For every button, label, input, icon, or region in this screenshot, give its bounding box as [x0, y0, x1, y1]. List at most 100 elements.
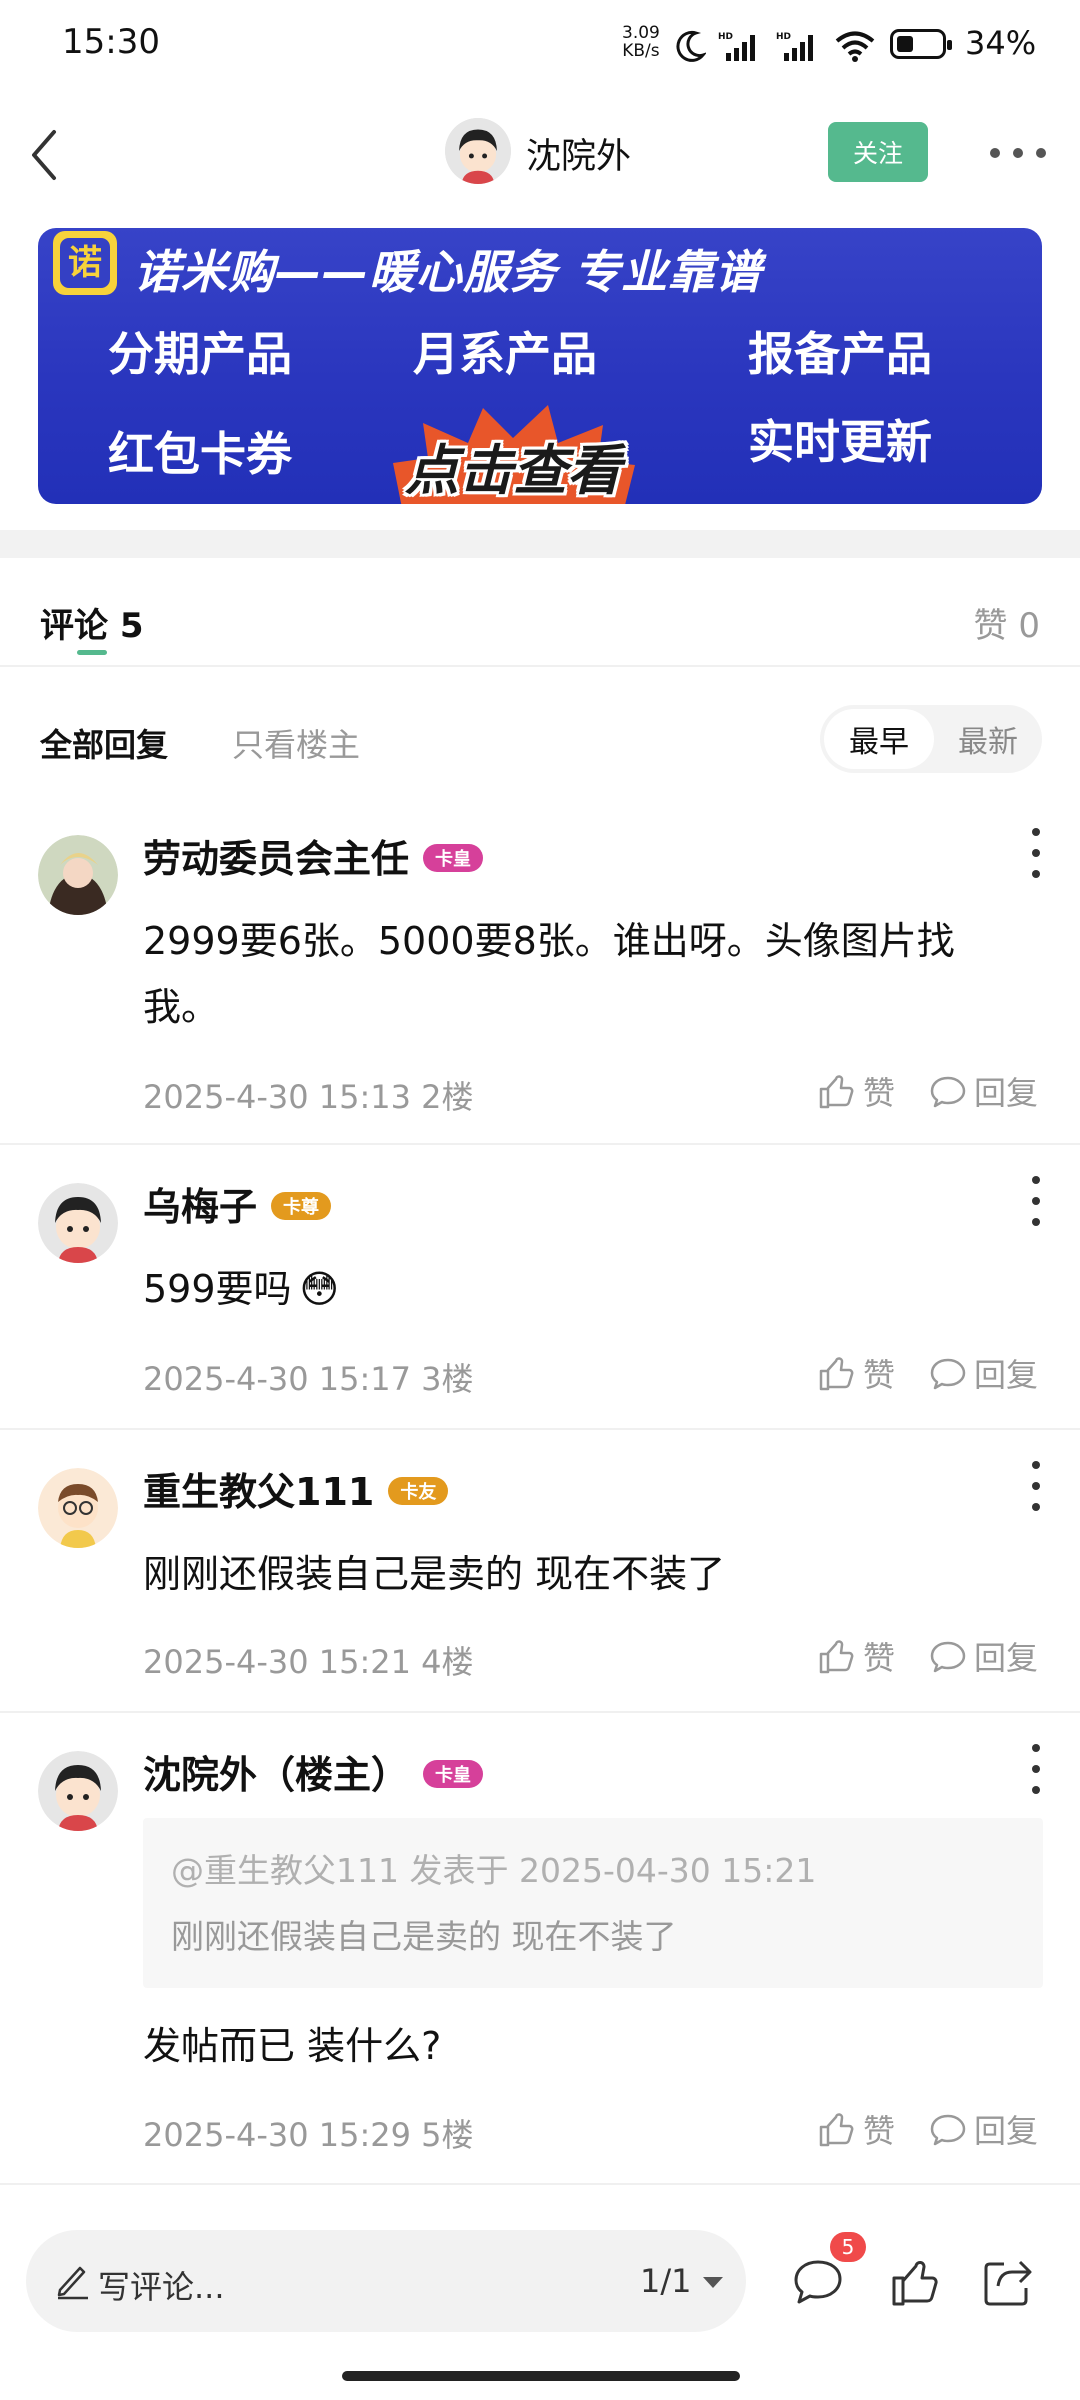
dropdown-triangle-icon — [702, 2277, 723, 2288]
filter-op-only[interactable]: 只看楼主 — [232, 720, 360, 766]
thumbs-up-icon — [819, 2113, 854, 2147]
reply-label: 回复 — [974, 1356, 1039, 1394]
divider — [0, 2183, 1080, 2185]
speech-bubble-icon — [930, 2114, 966, 2146]
divider — [0, 1428, 1080, 1430]
author-name[interactable]: 沈院外 — [526, 128, 631, 179]
like-label: 赞 — [863, 1074, 896, 1112]
flushed-face-icon: 😳 — [299, 1267, 340, 1311]
sort-earliest[interactable]: 最早 — [824, 709, 934, 769]
comment-meta: 2025-4-30 15:21 4楼 — [143, 1637, 474, 1683]
wifi-icon — [835, 31, 875, 62]
comment-text: 刚刚还假装自己是卖的 现在不装了 — [143, 1552, 726, 1596]
author-avatar[interactable] — [445, 118, 511, 184]
thumbs-up-icon[interactable] — [888, 2254, 944, 2310]
reply-label: 回复 — [974, 1639, 1039, 1677]
comment-date: 2025-4-30 15:17 — [143, 1360, 411, 1398]
signal-icon: HD — [776, 32, 813, 61]
commenter-name[interactable]: 劳动委员会主任 卡皇 — [143, 828, 484, 883]
comment-floor: 3楼 — [421, 1360, 474, 1398]
user-level-badge: 卡友 — [388, 1476, 449, 1505]
more-options-icon[interactable] — [990, 138, 1046, 168]
commenter-avatar[interactable] — [38, 1468, 118, 1548]
svg-text:HD: HD — [718, 32, 733, 42]
comment-floor: 5楼 — [421, 2116, 474, 2154]
comment-text: 599要吗 😳 — [143, 1267, 340, 1311]
commenter-name[interactable]: 乌梅子 卡尊 — [143, 1176, 332, 1231]
share-icon[interactable] — [980, 2254, 1036, 2310]
divider — [0, 1711, 1080, 1713]
like-label: 赞 — [863, 2112, 896, 2150]
signal-icon: HD — [718, 32, 755, 61]
follow-button[interactable]: 关注 — [828, 122, 928, 182]
divider — [0, 665, 1080, 667]
thumbs-up-icon — [819, 1640, 854, 1674]
battery-level: 34% — [965, 24, 1037, 62]
commenter-avatar[interactable] — [38, 1183, 118, 1263]
comments-icon[interactable] — [790, 2254, 846, 2310]
commenter-name[interactable]: 重生教父111 卡友 — [143, 1461, 449, 1516]
comment-count-badge: 5 — [830, 2232, 866, 2262]
comment-meta: 2025-4-30 15:29 5楼 — [143, 2110, 474, 2156]
commenter-avatar[interactable] — [38, 835, 118, 915]
comment-menu-icon[interactable] — [1030, 1744, 1042, 1794]
comment-menu-icon[interactable] — [1030, 1461, 1042, 1511]
quote-header: @重生教父111 发表于 2025-04-30 15:21 — [171, 1851, 817, 1890]
tab-likes[interactable]: 赞 0 — [974, 598, 1040, 647]
comment-menu-icon[interactable] — [1030, 828, 1042, 878]
like-button[interactable]: 赞 — [817, 2106, 895, 2152]
svg-text:HD: HD — [776, 32, 791, 42]
reply-button[interactable]: 回复 — [928, 1068, 1038, 1114]
reply-button[interactable]: 回复 — [928, 1350, 1038, 1396]
quoted-comment[interactable]: @重生教父111 发表于 2025-04-30 15:21 刚刚还假装自己是卖的… — [143, 1818, 1043, 1988]
comment-input[interactable]: 写评论... 1/1 — [26, 2230, 746, 2332]
status-bar: 15:30 3.09 KB/s HD HD 34% — [0, 0, 1080, 90]
sort-toggle[interactable]: 最早 最新 — [820, 705, 1042, 773]
comment-date: 2025-4-30 15:21 — [143, 1643, 411, 1681]
pen-icon — [57, 2266, 88, 2300]
promo-banner[interactable]: 诺 诺米购——暖心服务 专业靠谱 分期产品 月系产品 报备产品 红包卡券 实时更… — [38, 228, 1042, 504]
commenter-avatar[interactable] — [38, 1751, 118, 1831]
like-label: 赞 — [863, 1356, 896, 1394]
comment-meta: 2025-4-30 15:17 3楼 — [143, 1354, 474, 1400]
like-label: 赞 — [863, 1639, 896, 1677]
like-button[interactable]: 赞 — [817, 1068, 895, 1114]
comment-floor: 2楼 — [421, 1078, 474, 1116]
user-level-badge: 卡尊 — [271, 1191, 332, 1220]
thumbs-up-icon — [819, 1357, 854, 1391]
status-time: 15:30 — [62, 22, 160, 62]
reply-label: 回复 — [974, 1074, 1039, 1112]
active-tab-indicator — [77, 650, 107, 655]
filter-all-replies[interactable]: 全部回复 — [40, 720, 168, 766]
banner-cta[interactable]: 点击查看 — [393, 426, 633, 504]
speech-bubble-icon — [930, 1076, 966, 1108]
back-arrow-icon[interactable] — [22, 120, 72, 190]
comment-date: 2025-4-30 15:13 — [143, 1078, 411, 1116]
divider — [0, 1143, 1080, 1145]
comment-placeholder: 写评论... — [98, 2268, 225, 2306]
like-button[interactable]: 赞 — [817, 1633, 895, 1679]
banner-title: 诺米购——暖心服务 专业靠谱 — [134, 245, 763, 299]
reply-button[interactable]: 回复 — [928, 1633, 1038, 1679]
battery-icon — [890, 29, 952, 59]
sort-latest[interactable]: 最新 — [938, 709, 1038, 769]
speech-bubble-icon — [930, 1641, 966, 1673]
comment-text: 2999要6张。5000要8张。谁出呀。头像图片找我。 — [143, 919, 955, 1029]
network-speed: 3.09 KB/s — [622, 24, 660, 60]
reply-button[interactable]: 回复 — [928, 2106, 1038, 2152]
network-speed-unit: KB/s — [622, 41, 660, 61]
page-indicator[interactable]: 1/1 — [640, 2262, 726, 2300]
tab-comments[interactable]: 评论 5 — [40, 598, 144, 647]
comment-count: 5 — [119, 606, 144, 646]
user-level-badge: 卡皇 — [423, 1759, 484, 1788]
banner-item: 实时更新 — [748, 415, 932, 469]
thumbs-up-icon — [819, 1075, 854, 1109]
section-divider — [0, 530, 1080, 558]
banner-item: 月系产品 — [413, 327, 597, 381]
like-button[interactable]: 赞 — [817, 1350, 895, 1396]
home-indicator[interactable] — [342, 2371, 740, 2381]
status-icons: HD HD — [676, 26, 876, 66]
commenter-name[interactable]: 沈院外（楼主） 卡皇 — [143, 1744, 484, 1799]
comment-floor: 4楼 — [421, 1643, 474, 1681]
comment-menu-icon[interactable] — [1030, 1176, 1042, 1226]
